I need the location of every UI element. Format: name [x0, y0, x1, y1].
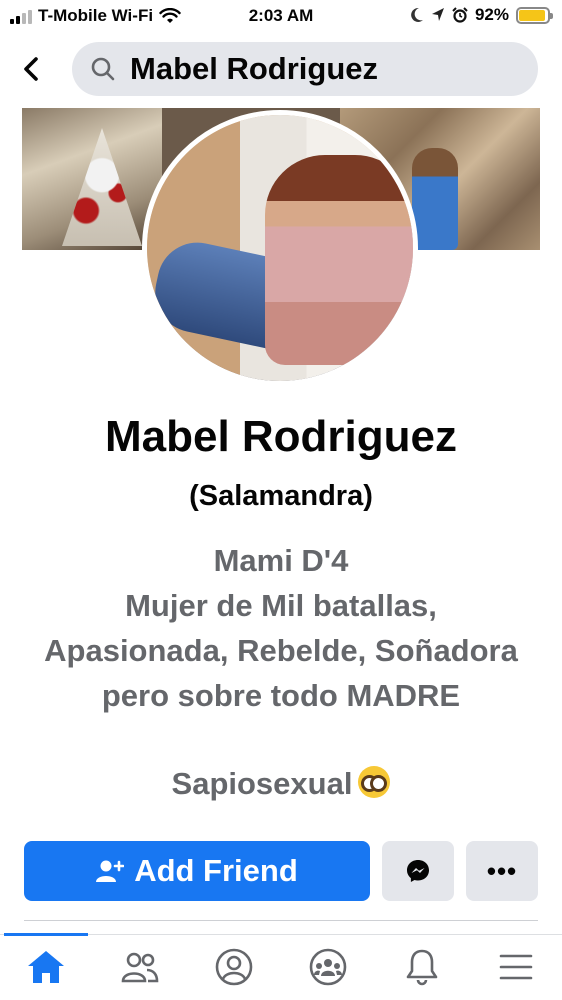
- bio-line: pero sobre todo MADRE: [101, 678, 461, 713]
- tab-notifications[interactable]: [396, 945, 448, 989]
- home-icon: [28, 951, 64, 983]
- status-right: 92%: [410, 5, 553, 25]
- status-bar: T-Mobile Wi-Fi 2:03 AM 92%: [0, 0, 562, 34]
- more-options-button[interactable]: •••: [466, 841, 538, 901]
- profile-picture[interactable]: [142, 110, 418, 386]
- bio-extra-line: Sapiosexual: [0, 766, 562, 802]
- section-divider: [24, 920, 538, 921]
- christmas-tree-image: [62, 128, 142, 246]
- cover-photo-left: [22, 108, 162, 250]
- menu-icon: [499, 954, 533, 980]
- alarm-icon: [452, 7, 468, 23]
- nerd-face-emoji: [358, 766, 391, 798]
- back-button[interactable]: [14, 50, 48, 88]
- chevron-left-icon: [24, 57, 38, 81]
- bio-line: Mami D'4: [213, 543, 349, 578]
- child-figure-image: [412, 148, 458, 250]
- tab-home[interactable]: [20, 945, 72, 989]
- tab-menu[interactable]: [490, 945, 542, 989]
- profile-alias: (Salamandra): [189, 480, 373, 512]
- add-person-icon: [96, 860, 125, 882]
- bottom-tab-bar: [0, 933, 562, 1000]
- profile-icon: [215, 948, 253, 986]
- search-query: Mabel Rodriguez: [130, 51, 379, 86]
- bio-line: Mujer de Mil batallas,: [125, 588, 437, 623]
- messenger-icon: [407, 860, 429, 882]
- tab-profile[interactable]: [208, 945, 260, 989]
- tab-groups[interactable]: [302, 945, 354, 989]
- message-button[interactable]: [382, 841, 454, 901]
- battery-icon: [516, 6, 553, 24]
- profile-name: Mabel Rodriguez: [104, 412, 458, 461]
- bio-line: Apasionada, Rebelde, Soñadora: [44, 633, 518, 668]
- search-icon: [91, 57, 115, 81]
- moon-icon: [411, 7, 423, 22]
- add-friend-label: Add Friend: [134, 853, 298, 888]
- search-bar[interactable]: Mabel Rodriguez: [72, 42, 538, 96]
- tab-friends[interactable]: [114, 945, 166, 989]
- battery-level: [519, 9, 545, 21]
- avatar-person: [265, 155, 413, 365]
- bell-icon: [406, 949, 438, 986]
- active-tab-indicator: [4, 933, 88, 936]
- profile-bio: Mami D'4 Mujer de Mil batallas, Apasiona…: [0, 538, 562, 718]
- bio-extra-text: Sapiosexual: [171, 766, 353, 801]
- friends-icon: [121, 952, 159, 983]
- add-friend-button[interactable]: Add Friend: [24, 841, 370, 901]
- groups-icon: [309, 948, 347, 986]
- location-arrow-icon: [431, 8, 444, 21]
- battery-percent: 92%: [474, 5, 509, 24]
